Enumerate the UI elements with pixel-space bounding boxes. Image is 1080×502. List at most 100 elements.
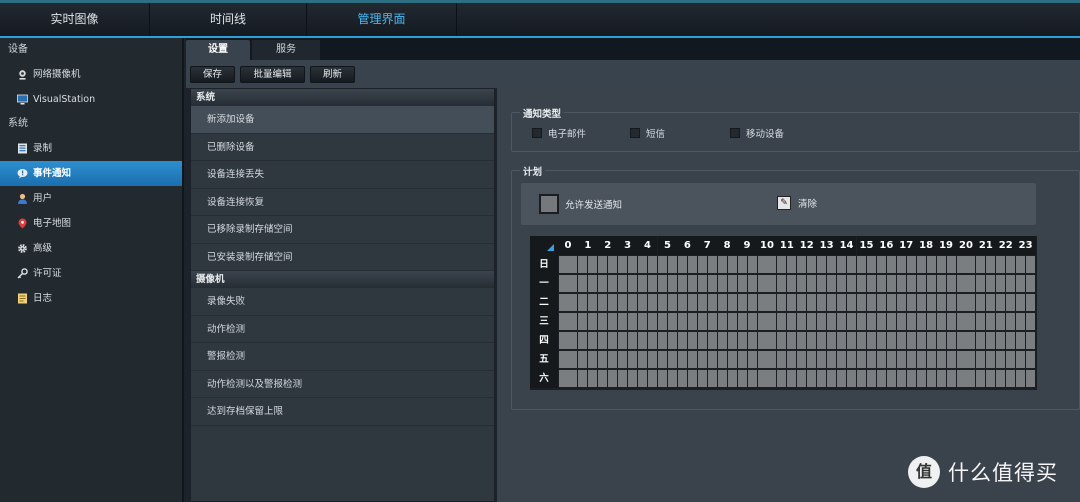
schedule-cell[interactable] (866, 275, 876, 292)
schedule-cell[interactable] (986, 370, 996, 387)
sidebar-item-e-map[interactable]: 电子地图 (0, 211, 182, 236)
schedule-cell[interactable] (1016, 256, 1026, 273)
schedule-cell[interactable] (797, 294, 807, 311)
schedule-cell[interactable] (787, 370, 797, 387)
schedule-cell[interactable] (648, 313, 658, 330)
schedule-cell[interactable] (946, 332, 956, 349)
schedule-cell[interactable] (936, 332, 946, 349)
schedule-cell[interactable] (986, 256, 996, 273)
schedule-cell[interactable] (966, 294, 976, 311)
schedule-cell[interactable] (658, 294, 667, 311)
schedule-cell[interactable] (797, 256, 807, 273)
schedule-cell[interactable] (1016, 332, 1026, 349)
schedule-cell[interactable] (628, 351, 638, 368)
schedule-cell[interactable] (667, 275, 677, 292)
schedule-cell[interactable] (817, 313, 827, 330)
schedule-cell[interactable] (757, 275, 767, 292)
day-header[interactable]: 四 (530, 331, 558, 350)
schedule-cell[interactable] (886, 294, 896, 311)
schedule-cell[interactable] (707, 370, 717, 387)
schedule-cell[interactable] (588, 370, 598, 387)
schedule-cell[interactable] (737, 332, 747, 349)
hour-header[interactable]: 14 (836, 236, 857, 255)
schedule-cell[interactable] (638, 256, 648, 273)
schedule-cell[interactable] (677, 313, 687, 330)
schedule-cell[interactable] (677, 351, 687, 368)
schedule-cell[interactable] (717, 294, 727, 311)
schedule-cell[interactable] (1026, 313, 1036, 330)
schedule-cell[interactable] (896, 313, 906, 330)
schedule-cell[interactable] (946, 313, 956, 330)
schedule-cell[interactable] (866, 256, 876, 273)
schedule-cell[interactable] (707, 313, 717, 330)
schedule-cell[interactable] (687, 351, 697, 368)
schedule-cell[interactable] (747, 313, 757, 330)
schedule-cell[interactable] (827, 370, 837, 387)
schedule-cell[interactable] (807, 256, 817, 273)
schedule-cell[interactable] (1006, 313, 1016, 330)
schedule-cell[interactable] (598, 351, 608, 368)
schedule-cell[interactable] (588, 351, 598, 368)
schedule-cell[interactable] (976, 275, 986, 292)
schedule-cell[interactable] (618, 332, 628, 349)
schedule-cell[interactable] (807, 332, 817, 349)
schedule-cell[interactable] (1006, 256, 1016, 273)
schedule-cell[interactable] (608, 313, 618, 330)
schedule-cell[interactable] (717, 313, 727, 330)
schedule-cell[interactable] (797, 313, 807, 330)
list-item[interactable]: 动作检测 (191, 316, 494, 343)
schedule-cell[interactable] (568, 294, 578, 311)
schedule-cell[interactable] (866, 370, 876, 387)
schedule-cell[interactable] (847, 332, 857, 349)
schedule-cell[interactable] (996, 313, 1006, 330)
schedule-cell[interactable] (837, 351, 847, 368)
schedule-cell[interactable] (687, 313, 697, 330)
schedule-cell[interactable] (906, 370, 916, 387)
schedule-cell[interactable] (866, 294, 876, 311)
schedule-cell[interactable] (568, 351, 578, 368)
email-checkbox[interactable]: 电子邮件 (532, 126, 586, 140)
list-item[interactable]: 已移除录制存储空间 (191, 216, 494, 244)
schedule-cell[interactable] (876, 294, 886, 311)
schedule-cell[interactable] (976, 294, 986, 311)
schedule-cell[interactable] (767, 275, 777, 292)
schedule-cell[interactable] (558, 351, 568, 368)
hour-header[interactable]: 2 (597, 236, 618, 255)
schedule-cell[interactable] (707, 332, 717, 349)
schedule-cell[interactable] (707, 275, 717, 292)
schedule-cell[interactable] (827, 351, 837, 368)
schedule-cell[interactable] (896, 351, 906, 368)
schedule-cell[interactable] (727, 313, 737, 330)
list-item[interactable]: 警报检测 (191, 343, 494, 371)
schedule-cell[interactable] (916, 256, 926, 273)
schedule-cell[interactable] (926, 313, 936, 330)
hour-header[interactable]: 12 (796, 236, 817, 255)
schedule-cell[interactable] (687, 256, 697, 273)
schedule-cell[interactable] (667, 313, 677, 330)
schedule-cell[interactable] (896, 294, 906, 311)
schedule-cell[interactable] (697, 332, 707, 349)
hour-header[interactable]: 8 (717, 236, 738, 255)
schedule-cell[interactable] (1026, 351, 1036, 368)
list-item[interactable]: 已安装录制存储空间 (191, 244, 494, 271)
schedule-cell[interactable] (568, 370, 578, 387)
schedule-cell[interactable] (847, 256, 857, 273)
schedule-cell[interactable] (996, 256, 1006, 273)
schedule-cell[interactable] (1016, 294, 1026, 311)
mobile-device-checkbox[interactable]: 移动设备 (730, 126, 784, 140)
list-item[interactable]: 设备连接丢失 (191, 161, 494, 189)
schedule-cell[interactable] (807, 370, 817, 387)
schedule-cell[interactable] (906, 256, 916, 273)
sms-checkbox[interactable]: 短信 (630, 126, 665, 140)
schedule-cell[interactable] (916, 275, 926, 292)
schedule-cell[interactable] (727, 332, 737, 349)
schedule-cell[interactable] (1026, 332, 1036, 349)
list-item[interactable]: 动作检测以及警报检测 (191, 371, 494, 398)
schedule-cell[interactable] (886, 313, 896, 330)
schedule-cell[interactable] (667, 351, 677, 368)
schedule-cell[interactable] (747, 370, 757, 387)
schedule-cell[interactable] (956, 370, 966, 387)
clear-brush[interactable]: ✎ 清除 (777, 196, 817, 210)
schedule-cell[interactable] (687, 275, 697, 292)
schedule-cell[interactable] (618, 256, 628, 273)
